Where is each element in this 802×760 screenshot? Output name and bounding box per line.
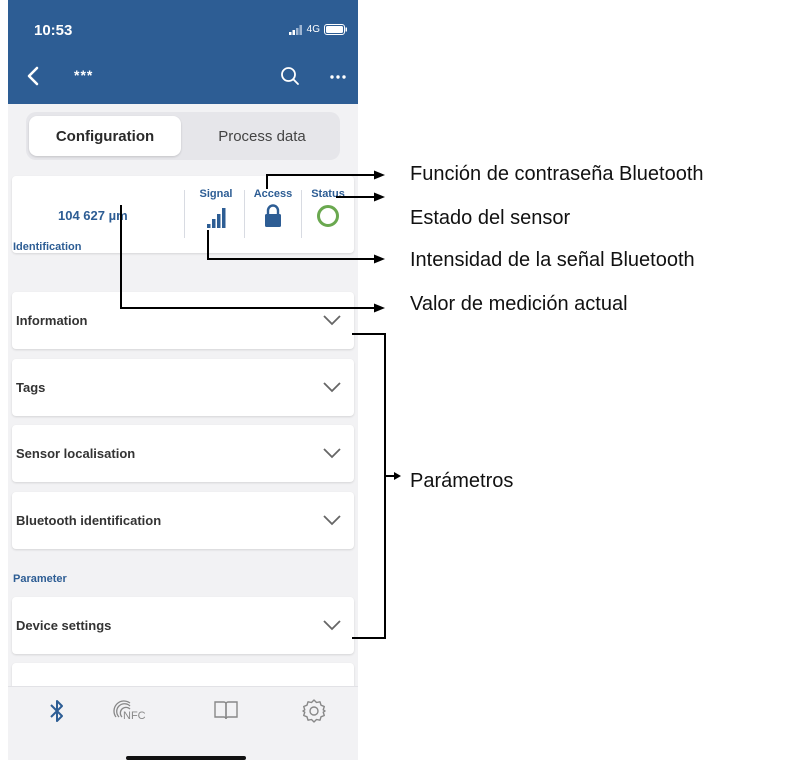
battery-icon bbox=[324, 24, 347, 35]
annotation-current-value: Valor de medición actual bbox=[410, 293, 628, 315]
tab-configuration[interactable]: Configuration bbox=[29, 116, 181, 156]
lock-icon bbox=[265, 204, 281, 227]
signal-label: Signal bbox=[199, 188, 233, 200]
list-item-information[interactable]: Information bbox=[12, 292, 354, 349]
annotation-sensor-status: Estado del sensor bbox=[410, 207, 571, 229]
nfc-label: NFC bbox=[123, 710, 146, 722]
chevron-left-icon[interactable] bbox=[22, 64, 46, 88]
chevron-down-icon bbox=[323, 315, 341, 326]
list-item-tags[interactable]: Tags bbox=[12, 359, 354, 416]
chevron-down-icon bbox=[323, 515, 341, 526]
search-icon[interactable] bbox=[278, 64, 302, 88]
bottom-tab-bar: NFC bbox=[8, 686, 358, 760]
view-segmented-control: Configuration Process data bbox=[26, 112, 340, 160]
signal-strength-icon bbox=[207, 208, 226, 228]
bluetooth-icon[interactable] bbox=[46, 697, 68, 725]
status-time: 10:53 bbox=[34, 22, 73, 39]
annotation-signal-strength: Intensidad de la señal Bluetooth bbox=[410, 249, 695, 271]
status-indicator: Status bbox=[302, 188, 354, 238]
cellular-signal-icon bbox=[288, 24, 302, 35]
settings-icon[interactable] bbox=[300, 697, 328, 725]
status-label: Status bbox=[311, 188, 345, 200]
chevron-down-icon bbox=[323, 382, 341, 393]
more-horizontal-icon[interactable] bbox=[326, 64, 350, 88]
list-item-label: Sensor localisation bbox=[16, 446, 136, 461]
chevron-down-icon bbox=[323, 620, 341, 631]
annotation-password-function: Función de contraseña Bluetooth bbox=[410, 163, 704, 185]
network-type: 4G bbox=[306, 24, 320, 35]
annotation-parameters: Parámetros bbox=[410, 470, 514, 492]
list-item-label: Tags bbox=[16, 380, 46, 395]
app-bar: *** bbox=[8, 50, 358, 104]
status-indicators: 4G bbox=[288, 24, 348, 35]
list-item-sensor-localisation[interactable]: Sensor localisation bbox=[12, 425, 354, 482]
home-indicator bbox=[126, 756, 246, 760]
device-title: *** bbox=[74, 67, 94, 83]
chevron-down-icon bbox=[323, 448, 341, 459]
status-bar: 10:53 4G bbox=[8, 0, 358, 50]
status-ring-icon bbox=[317, 205, 339, 227]
access-indicator: Access bbox=[245, 188, 301, 238]
list-item-label: Information bbox=[16, 313, 88, 328]
phone-screen: 10:53 4G *** Configuration Process data … bbox=[8, 0, 358, 760]
signal-indicator: Signal bbox=[188, 188, 244, 238]
access-label: Access bbox=[253, 188, 293, 200]
list-item-label: Device settings bbox=[16, 618, 112, 633]
list-item-label: Bluetooth identification bbox=[16, 513, 162, 528]
section-identification: Identification bbox=[13, 241, 82, 253]
measurement-value: 104 627 µm bbox=[58, 208, 128, 223]
list-item-bluetooth-identification[interactable]: Bluetooth identification bbox=[12, 492, 354, 549]
nfc-icon[interactable]: NFC bbox=[112, 697, 152, 727]
book-icon[interactable] bbox=[212, 697, 240, 723]
divider bbox=[184, 190, 185, 238]
section-parameter: Parameter bbox=[13, 573, 67, 585]
tab-process-data[interactable]: Process data bbox=[186, 116, 338, 156]
list-item-device-settings[interactable]: Device settings bbox=[12, 597, 354, 654]
